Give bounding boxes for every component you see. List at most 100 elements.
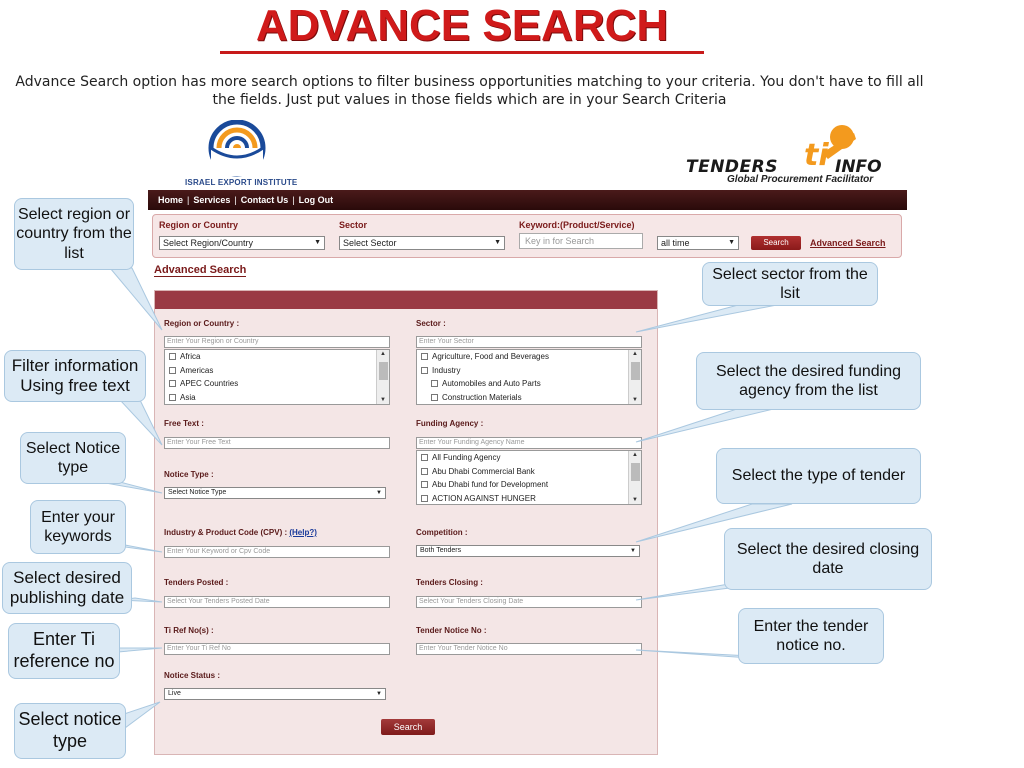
list-item[interactable]: Asia [165, 391, 389, 405]
quick-region-select[interactable]: Select Region/Country ▼ [159, 236, 325, 250]
notice-type-label: Notice Type : [164, 470, 214, 479]
checkbox[interactable] [421, 494, 428, 502]
scrollbar[interactable]: ▲ ▼ [376, 350, 389, 404]
scroll-thumb[interactable] [379, 362, 388, 380]
callout-notice-status: Select notice type [14, 703, 126, 759]
tender-notice-no-label: Tender Notice No : [416, 626, 487, 635]
quick-region-label: Region or Country [159, 220, 238, 230]
scroll-thumb[interactable] [631, 463, 640, 481]
list-item[interactable]: ACTION AGAINST HUNGER [417, 492, 641, 505]
checkbox[interactable] [169, 353, 176, 360]
cpv-help-link[interactable]: (Help?) [289, 528, 317, 537]
scroll-down-icon[interactable]: ▼ [632, 497, 638, 503]
scrollbar[interactable]: ▲ ▼ [628, 350, 641, 404]
notice-status-select[interactable]: Live ▼ [164, 688, 386, 700]
region-input[interactable]: Enter Your Region or Country [164, 336, 390, 348]
callout-closing: Select the desired closing date [724, 528, 932, 590]
callout-keywords: Enter your keywords [30, 500, 126, 554]
free-text-input[interactable]: Enter Your Free Text [164, 437, 390, 449]
funding-agency-input[interactable]: Enter Your Funding Agency Name [416, 437, 642, 449]
scroll-thumb[interactable] [631, 362, 640, 380]
scroll-down-icon[interactable]: ▼ [632, 397, 638, 403]
tenders-closing-label: Tenders Closing : [416, 578, 483, 587]
advanced-search-form: Region or Country : Enter Your Region or… [154, 290, 658, 755]
region-label: Region or Country : [164, 319, 240, 328]
nav-log-out[interactable]: Log Out [295, 195, 338, 205]
tenders-posted-label: Tenders Posted : [164, 578, 229, 587]
competition-label: Competition : [416, 528, 468, 537]
funding-agency-label: Funding Agency : [416, 419, 484, 428]
tenders-closing-input[interactable]: Select Your Tenders Closing Date [416, 596, 642, 608]
checkbox[interactable] [431, 380, 438, 387]
list-item[interactable]: Construction Materials [417, 391, 641, 405]
checkbox[interactable] [421, 467, 428, 475]
advanced-search-button[interactable]: Search [381, 719, 435, 735]
checkbox[interactable] [169, 366, 176, 374]
list-item[interactable]: Africa [165, 350, 389, 364]
chevron-down-icon: ▼ [314, 239, 321, 246]
checkbox[interactable] [421, 454, 428, 461]
form-header-bar [155, 291, 657, 309]
scroll-down-icon[interactable]: ▼ [380, 397, 386, 403]
callout-tender-type: Select the type of tender [716, 448, 921, 504]
quick-keyword-input[interactable]: Key in for Search [519, 233, 643, 249]
chevron-down-icon: ▼ [376, 691, 382, 697]
nav-services[interactable]: Services [189, 195, 234, 205]
quick-sector-select[interactable]: Select Sector ▼ [339, 236, 505, 250]
scroll-up-icon[interactable]: ▲ [632, 452, 638, 458]
list-item[interactable]: APEC Countries [165, 377, 389, 391]
checkbox[interactable] [431, 393, 438, 401]
advanced-search-link[interactable]: Advanced Search [810, 238, 886, 248]
callout-ti-ref: Enter Ti reference no [8, 623, 120, 679]
quick-sector-label: Sector [339, 220, 368, 230]
scroll-up-icon[interactable]: ▲ [380, 351, 386, 357]
chevron-down-icon: ▼ [630, 548, 636, 554]
list-item[interactable]: Americas [165, 364, 389, 378]
chevron-down-icon: ▼ [376, 490, 382, 496]
callout-region: Select region or country from the list [14, 198, 134, 270]
tender-notice-no-input[interactable]: Enter Your Tender Notice No [416, 643, 642, 655]
list-item[interactable]: Automobiles and Auto Parts [417, 377, 641, 391]
list-item[interactable]: Abu Dhabi Commercial Bank [417, 465, 641, 479]
cpv-input[interactable]: Enter Your Keyword or Cpv Code [164, 546, 390, 558]
quick-search-bar: Region or Country Select Region/Country ▼… [152, 214, 902, 258]
checkbox[interactable] [421, 353, 428, 360]
list-item[interactable]: All Funding Agency [417, 451, 641, 465]
callout-publishing: Select desired publishing date [2, 562, 132, 614]
quick-search-button[interactable]: Search [751, 236, 801, 250]
quick-keyword-label: Keyword:(Product/Service) [519, 220, 635, 230]
pointer-funding [635, 405, 787, 443]
free-text-label: Free Text : [164, 419, 204, 428]
checkbox[interactable] [169, 380, 176, 387]
scroll-up-icon[interactable]: ▲ [632, 351, 638, 357]
nav-contact-us[interactable]: Contact Us [237, 195, 293, 205]
callout-notice-no: Enter the tender notice no. [738, 608, 884, 664]
list-item[interactable]: Abu Dhabi fund for Development [417, 478, 641, 492]
scrollbar[interactable]: ▲ ▼ [628, 451, 641, 504]
chevron-down-icon: ▼ [728, 239, 735, 246]
checkbox[interactable] [169, 393, 176, 401]
checkbox[interactable] [421, 366, 428, 374]
sector-list[interactable]: Agriculture, Food and Beverages Industry… [416, 349, 642, 405]
list-item[interactable]: Agriculture, Food and Beverages [417, 350, 641, 364]
sector-input[interactable]: Enter Your Sector [416, 336, 642, 348]
funding-agency-list[interactable]: All Funding Agency Abu Dhabi Commercial … [416, 450, 642, 505]
list-item[interactable]: Industry [417, 364, 641, 378]
sector-label: Sector : [416, 319, 446, 328]
svg-text:ti: ti [804, 138, 829, 173]
top-nav-bar: Home | Services | Contact Us | Log Out [148, 190, 907, 210]
ti-ref-input[interactable]: Enter Your Ti Ref No [164, 643, 390, 655]
notice-type-select[interactable]: Select Notice Type ▼ [164, 487, 386, 499]
tendersinfo-tagline: Global Procurement Facilitator [727, 174, 874, 185]
competition-select[interactable]: Both Tenders ▼ [416, 545, 640, 557]
slide-intro: Advance Search option has more search op… [15, 74, 924, 108]
iei-logo-text: ISRAEL EXPORT INSTITUTE [185, 178, 298, 187]
advanced-search-heading: Advanced Search [154, 264, 247, 277]
ti-ref-label: Ti Ref No(s) : [164, 626, 214, 635]
region-list[interactable]: Africa Americas APEC Countries Asia ▲ ▼ [164, 349, 390, 405]
callout-notice-type: Select Notice type [20, 432, 126, 484]
nav-home[interactable]: Home [154, 195, 187, 205]
tenders-posted-input[interactable]: Select Your Tenders Posted Date [164, 596, 390, 608]
quick-time-select[interactable]: all time ▼ [657, 236, 739, 250]
checkbox[interactable] [421, 481, 428, 488]
